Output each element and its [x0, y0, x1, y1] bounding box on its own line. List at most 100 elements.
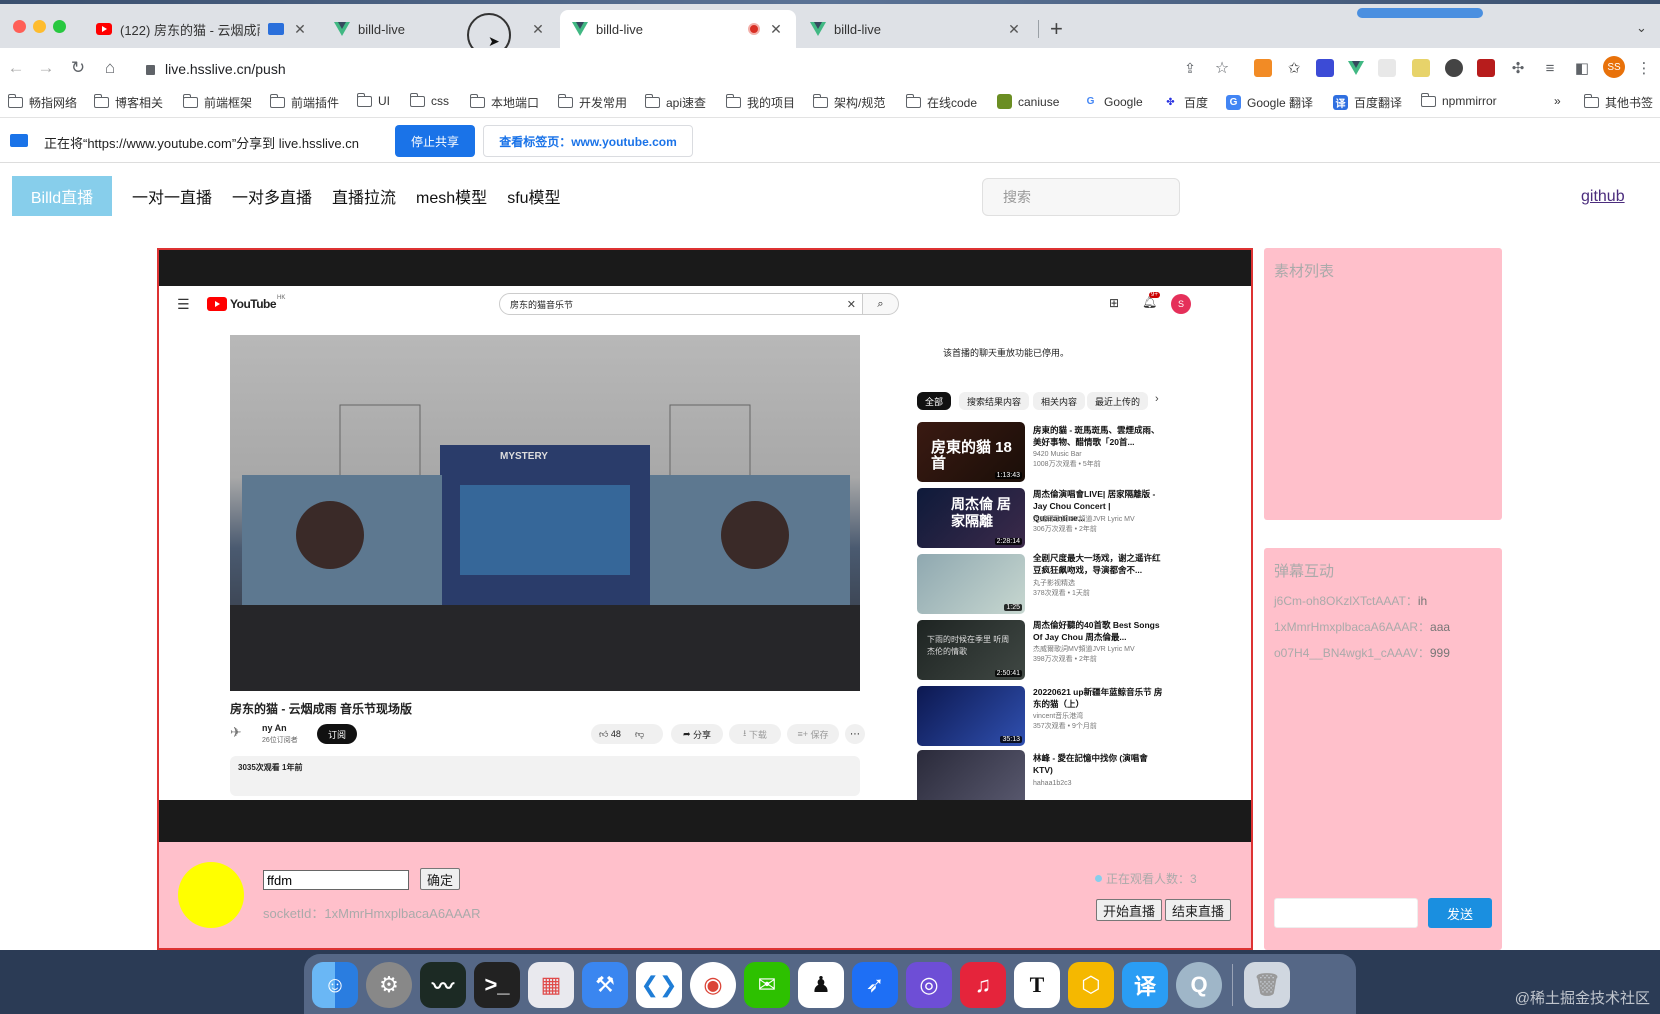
extension-star-icon[interactable]: ✩: [1285, 59, 1303, 77]
username-input[interactable]: [263, 870, 409, 890]
related-thumbnail: 房東的貓 18首 1:13:43: [917, 422, 1025, 482]
stop-live-button[interactable]: 结束直播: [1165, 899, 1231, 921]
vue-devtools-icon[interactable]: [1347, 59, 1365, 77]
extension-cube-icon[interactable]: [1316, 59, 1334, 77]
bookmark-item[interactable]: UI: [356, 92, 390, 108]
extension-circle-icon[interactable]: [1445, 59, 1463, 77]
danmu-panel: 弹幕互动 j6Cm-oh8OKzlXTctAAAT：ih 1xMmrHmxplb…: [1264, 548, 1502, 950]
netease-music-icon[interactable]: ♫: [960, 962, 1006, 1008]
close-tab-icon[interactable]: ✕: [768, 21, 784, 38]
feishu-icon[interactable]: ➶: [852, 962, 898, 1008]
bookmark-item[interactable]: G Google 翻译: [1226, 94, 1313, 111]
bookmark-item[interactable]: npmmirror: [1420, 92, 1497, 108]
tab-billd-live-1[interactable]: billd-live ✕: [322, 10, 558, 48]
tab-youtube[interactable]: (122) 房东的猫 - 云烟成雨 音... ✕: [84, 10, 320, 48]
bookmark-item[interactable]: 前端插件: [269, 94, 339, 111]
extension-blank-icon[interactable]: [1378, 59, 1396, 77]
related-title: 周杰倫好聽的40首歌 Best Songs Of Jay Chou 周杰倫最..…: [1033, 620, 1160, 642]
view-tab-button[interactable]: 查看标签页：www.youtube.com: [483, 125, 693, 157]
thumbs-down-icon: 👎︎: [634, 728, 645, 739]
bookmark-item[interactable]: 博客相关: [93, 94, 163, 111]
bookmark-item[interactable]: 开发常用: [557, 94, 627, 111]
bookmark-item[interactable]: api速查: [644, 94, 706, 111]
site-search-input[interactable]: 搜索: [982, 178, 1180, 216]
quicktime-icon[interactable]: Q: [1176, 962, 1222, 1008]
confirm-button[interactable]: 确定: [420, 868, 460, 890]
vscode-icon[interactable]: ❮❯: [636, 962, 682, 1008]
github-desktop-icon[interactable]: ◎: [906, 962, 952, 1008]
nav-sfu[interactable]: sfu模型: [507, 184, 560, 208]
trash-icon[interactable]: 🗑︎: [1244, 962, 1290, 1008]
close-tab-icon[interactable]: ✕: [530, 21, 546, 38]
close-tab-icon[interactable]: ✕: [1006, 21, 1022, 38]
bookmark-item[interactable]: 在线code: [905, 94, 977, 111]
danmu-input[interactable]: [1274, 898, 1418, 928]
tab-billd-live-active[interactable]: billd-live ✕: [560, 10, 796, 48]
share-page-icon[interactable]: ⇪: [1178, 56, 1202, 80]
bookmark-item[interactable]: 本地端口: [469, 94, 539, 111]
dock-separator: [1232, 964, 1233, 1006]
new-tab-button[interactable]: +: [1050, 16, 1063, 42]
shared-screen-video[interactable]: ☰ YouTube HK 房东的猫音乐节 ✕ ⌕ ⊞ 🔔︎ 9+ S MYSTE…: [159, 250, 1251, 842]
translate-icon[interactable]: 译: [1122, 962, 1168, 1008]
ublock-icon[interactable]: [1477, 59, 1495, 77]
bookmark-item[interactable]: 畅指网络: [7, 94, 77, 111]
caniuse-icon: [997, 94, 1012, 109]
home-icon[interactable]: ⌂: [98, 56, 122, 80]
browser-window: (122) 房东的猫 - 云烟成雨 音... ✕ billd-live ✕ ➤ …: [0, 0, 1660, 950]
nav-one-to-one[interactable]: 一对一直播: [132, 184, 212, 208]
bookmark-item[interactable]: ✤ 百度: [1163, 94, 1208, 111]
reload-icon[interactable]: ↻: [66, 56, 90, 80]
reading-list-icon[interactable]: ≡: [1538, 56, 1562, 80]
user-avatar: [178, 862, 244, 928]
tab-billd-live-3[interactable]: billd-live ✕: [798, 10, 1034, 48]
nav-one-to-many[interactable]: 一对多直播: [232, 184, 312, 208]
clear-icon: ✕: [846, 298, 856, 311]
finder-icon[interactable]: ☺: [312, 962, 358, 1008]
launchpad-icon[interactable]: ▦: [528, 962, 574, 1008]
close-window-button[interactable]: [13, 20, 26, 33]
xcode-icon[interactable]: ⚒: [582, 962, 628, 1008]
bookmark-item[interactable]: 译百度翻译: [1333, 94, 1402, 111]
other-bookmarks[interactable]: 其他书签: [1583, 94, 1653, 111]
bookmark-star-icon[interactable]: ☆: [1210, 56, 1234, 80]
notification-badge: 9+: [1149, 292, 1160, 298]
terminal-icon[interactable]: >_: [474, 962, 520, 1008]
system-preferences-icon[interactable]: ⚙: [366, 962, 412, 1008]
activity-monitor-icon[interactable]: 〰: [420, 962, 466, 1008]
bookmarks-overflow[interactable]: »: [1554, 94, 1561, 108]
side-panel-icon[interactable]: ◧: [1570, 56, 1594, 80]
bookmark-item[interactable]: G Google: [1083, 94, 1143, 109]
close-tab-icon[interactable]: ✕: [292, 21, 308, 38]
danmu-message: 1xMmrHmxplbacaA6AAAR：aaa: [1274, 620, 1451, 634]
bookmark-item[interactable]: css: [409, 92, 449, 108]
back-arrow-icon[interactable]: ←: [4, 56, 28, 80]
zoom-window-button[interactable]: [53, 20, 66, 33]
tab-search-chevron-icon[interactable]: ⌄: [1636, 20, 1647, 36]
extension-sheet-icon[interactable]: [1254, 59, 1272, 77]
minimize-window-button[interactable]: [33, 20, 46, 33]
extensions-puzzle-icon[interactable]: ✣: [1506, 56, 1530, 80]
bookmark-item[interactable]: 我的项目: [725, 94, 795, 111]
site-logo[interactable]: Billd直播: [12, 176, 112, 216]
wechat-icon[interactable]: ✉: [744, 962, 790, 1008]
address-bar[interactable]: live.hsslive.cn/push: [146, 55, 1186, 83]
forward-arrow-icon[interactable]: →: [34, 56, 58, 80]
typora-icon[interactable]: T: [1014, 962, 1060, 1008]
github-link[interactable]: github: [1581, 188, 1625, 206]
bookmark-item[interactable]: 架构/规范: [812, 94, 885, 111]
start-live-button[interactable]: 开始直播: [1096, 899, 1162, 921]
send-button[interactable]: 发送: [1428, 898, 1492, 928]
bookmark-item[interactable]: caniuse: [997, 94, 1059, 109]
folder-icon: [905, 94, 921, 108]
stop-sharing-button[interactable]: 停止共享: [395, 125, 475, 157]
postman-icon[interactable]: ⬡: [1068, 962, 1114, 1008]
chrome-icon[interactable]: ◉: [690, 962, 736, 1008]
profile-avatar[interactable]: SS: [1603, 56, 1625, 78]
qq-icon[interactable]: ♟: [798, 962, 844, 1008]
nav-mesh[interactable]: mesh模型: [416, 184, 487, 208]
extension-feather-icon[interactable]: [1412, 59, 1430, 77]
more-menu-icon[interactable]: ⋮: [1632, 56, 1656, 80]
bookmark-item[interactable]: 前端框架: [182, 94, 252, 111]
nav-pull-stream[interactable]: 直播拉流: [332, 184, 396, 208]
